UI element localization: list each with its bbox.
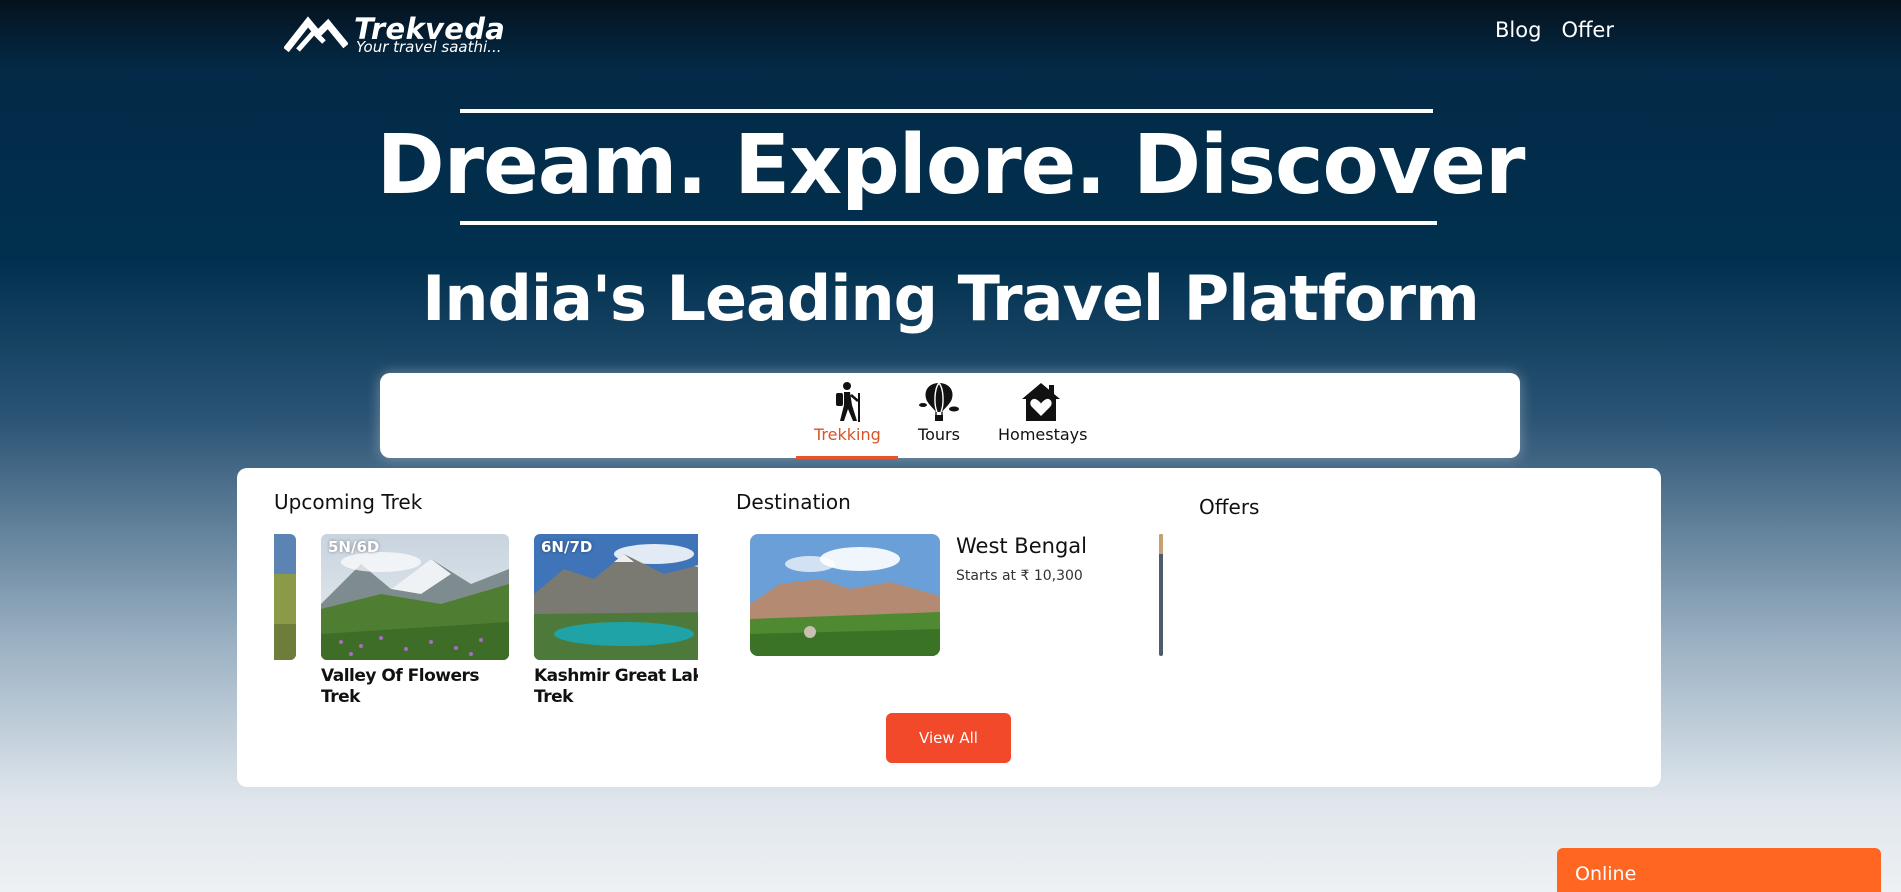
trek-photo-mountain: [274, 534, 296, 660]
house-heart-icon: [1022, 383, 1060, 421]
online-chat-widget[interactable]: Online: [1557, 848, 1881, 892]
destination-heading: Destination: [736, 490, 851, 514]
tab-trekking[interactable]: Trekking: [814, 381, 881, 444]
destination-image: [750, 534, 940, 656]
trek-card-kashmir-great-lake[interactable]: 6N/7D Kashmir Great Lake Trek: [534, 534, 698, 708]
chat-status-label: Online: [1575, 863, 1637, 885]
west-bengal-photo: [750, 534, 940, 656]
brand-logo[interactable]: Trekveda Your travel saathi...: [284, 10, 505, 56]
tab-homestays-label: Homestays: [998, 425, 1088, 444]
hero-title: Dream. Explore. Discover: [376, 118, 1526, 213]
offer-card-partial[interactable]: [1159, 534, 1163, 656]
destination-price: Starts at ₹ 10,300: [956, 568, 1083, 584]
site-header: Trekveda Your travel saathi... Blog Offe…: [0, 0, 1901, 64]
nav-offer-link[interactable]: Offer: [1561, 18, 1614, 42]
tab-trekking-label: Trekking: [814, 425, 881, 444]
trek-name: Valley Of Flowers Trek: [321, 666, 480, 707]
hot-air-balloon-icon: [919, 382, 959, 421]
view-all-button[interactable]: View All: [886, 713, 1011, 763]
hero-top-rule: [460, 109, 1433, 113]
trek-image: 5N/6D: [321, 534, 509, 660]
content-panel: Upcoming Trek Destination Offers 5N/6D V…: [237, 468, 1661, 787]
upcoming-trek-carousel[interactable]: 5N/6D Valley Of Flowers Trek 6N/7D Kashm…: [274, 534, 698, 724]
trek-duration-badge: 6N/7D: [541, 538, 593, 556]
mountain-logo-icon: [284, 16, 348, 52]
hero-bottom-rule: [460, 221, 1437, 225]
destination-card-west-bengal[interactable]: West Bengal Starts at ₹ 10,300: [750, 534, 1110, 660]
trek-image: 6N/7D: [534, 534, 698, 660]
upcoming-trek-heading: Upcoming Trek: [274, 490, 423, 514]
tab-tours[interactable]: Tours: [916, 381, 962, 444]
trek-duration-badge: 5N/6D: [328, 538, 380, 556]
tab-tours-label: Tours: [918, 425, 960, 444]
active-tab-indicator: [796, 456, 898, 459]
trek-card-valley-of-flowers[interactable]: 5N/6D Valley Of Flowers Trek: [321, 534, 511, 708]
trek-name: Kashmir Great Lake Trek: [534, 666, 698, 707]
trek-card-partial[interactable]: [274, 534, 296, 660]
hiker-icon: [836, 382, 860, 422]
brand-tagline: Your travel saathi...: [356, 38, 502, 56]
destination-name: West Bengal: [956, 534, 1087, 558]
trek-image: [274, 534, 296, 660]
nav-blog-link[interactable]: Blog: [1495, 18, 1541, 42]
top-nav: Blog Offer: [1495, 18, 1614, 42]
hero-subtitle: India's Leading Travel Platform: [422, 262, 1479, 335]
category-tabs: Trekking Tours Homestays: [380, 373, 1520, 459]
tab-homestays[interactable]: Homestays: [998, 381, 1088, 444]
offer-image-sliver: [1159, 534, 1163, 656]
offers-heading: Offers: [1199, 495, 1260, 519]
